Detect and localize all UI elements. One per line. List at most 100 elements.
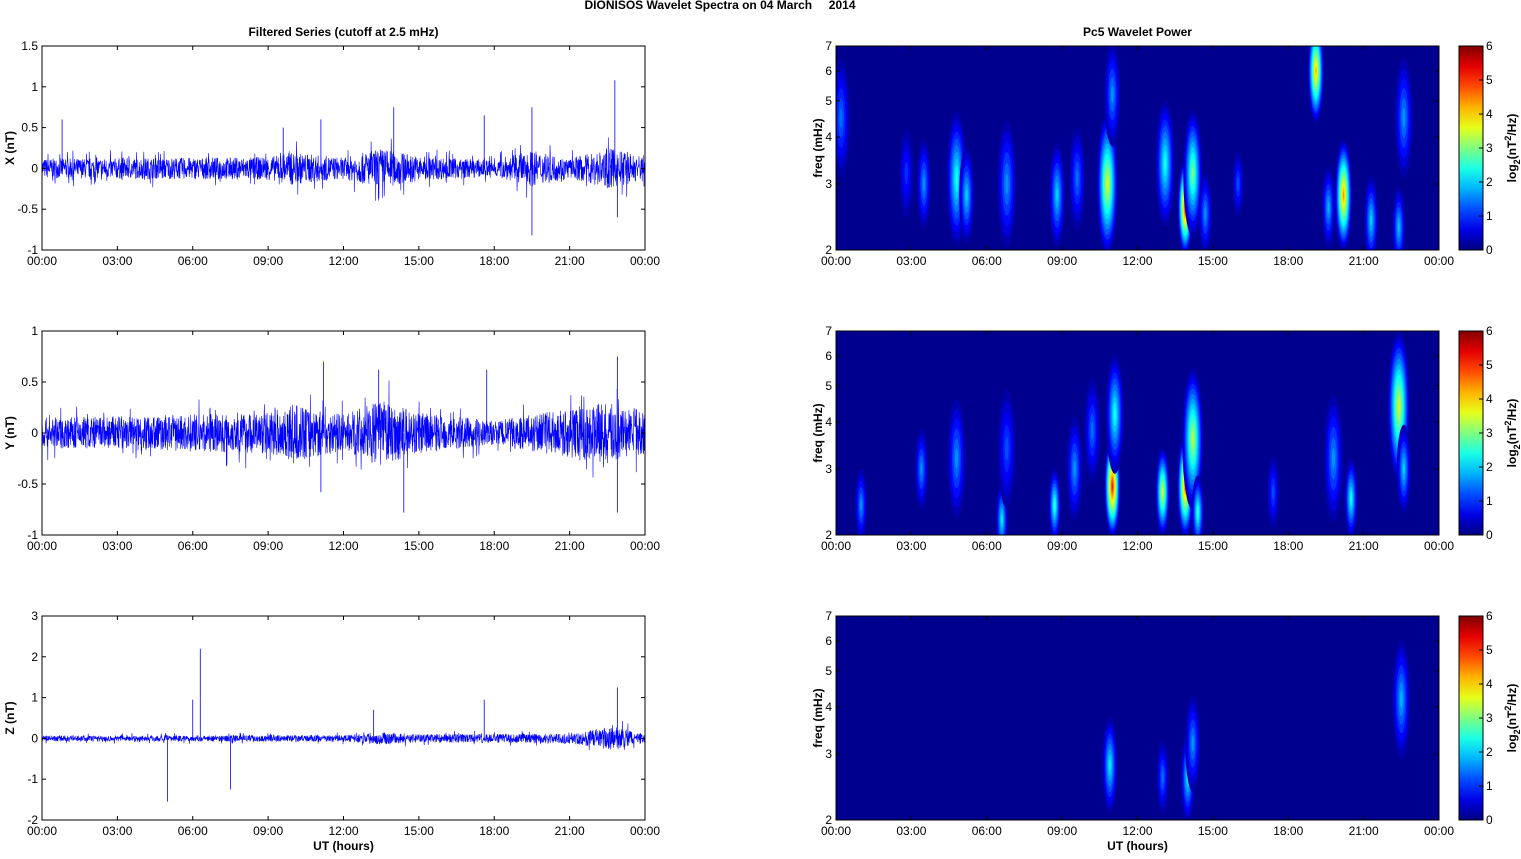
data-trace (42, 137, 645, 201)
power-contour (1053, 501, 1056, 509)
power-peak (1084, 378, 1101, 483)
x-tick-label: 03:00 (102, 254, 132, 268)
power-contour (1370, 214, 1373, 226)
axes-frame (41, 45, 646, 251)
power-peak (1394, 58, 1413, 178)
power-peak (1066, 416, 1083, 521)
x-tick-label: 18:00 (479, 824, 509, 838)
y-tick-label: -0.5 (17, 477, 38, 491)
colorbar-label: log2(nT2/Hz) (1503, 684, 1521, 753)
power-contour (1350, 494, 1352, 503)
y-axis-label: freq (mHz) (811, 118, 825, 177)
colorbar-tick-label: 4 (1486, 392, 1493, 406)
power-peak (1198, 173, 1212, 250)
x-tick-label: 18:00 (1273, 539, 1303, 553)
chart-title: Filtered Series (cutoff at 2.5 mHz) (248, 25, 438, 39)
y-tick-label: -1 (27, 772, 38, 786)
y-tick-label: 1 (31, 324, 38, 338)
power-contour (1192, 434, 1194, 445)
colorbar-tick-label: 0 (1486, 243, 1493, 257)
colorbar-label-part: /Hz) (1505, 684, 1519, 706)
colorbar-tick-label: 5 (1486, 73, 1493, 87)
power-contour (1236, 177, 1240, 191)
y-tick-label: 5 (825, 664, 832, 678)
power-contour (1109, 759, 1111, 771)
power-contour (1056, 188, 1059, 202)
y-tick-label: 2 (825, 813, 832, 827)
colorbar-tick-label: 5 (1486, 643, 1493, 657)
power-contour (1402, 463, 1405, 475)
power-peak (1104, 46, 1121, 147)
colorbar-label: log2(nT2/Hz) (1503, 114, 1521, 183)
y-tick-label: 1 (31, 691, 38, 705)
colorbar-tick-label: 4 (1486, 677, 1493, 691)
power-contour (965, 189, 968, 202)
x-tick-label: 18:00 (1273, 824, 1303, 838)
power-contour (1005, 436, 1009, 461)
colorbar-label-part: /Hz) (1505, 399, 1519, 421)
axes-frame (41, 615, 646, 821)
x-tick-label: 03:00 (896, 824, 926, 838)
power-peak (997, 388, 1016, 509)
x-tick-label: 21:00 (555, 254, 585, 268)
x-axis-label: UT (hours) (1107, 839, 1168, 853)
colorbar-tick-label: 2 (1486, 460, 1493, 474)
power-peak (1392, 639, 1411, 759)
x-tick-label: 00:00 (630, 824, 660, 838)
x-tick-label: 12:00 (1122, 539, 1152, 553)
y-tick-label: 3 (825, 462, 832, 476)
power-peak (1323, 395, 1343, 522)
power-peak (1069, 126, 1086, 231)
y-tick-label: -2 (27, 813, 38, 827)
colorbar-tick-label: 3 (1486, 141, 1493, 155)
colorbar-tick-label: 4 (1486, 107, 1493, 121)
z-spectrum-chart: 00:00 03:00 06:00 09:00 12:00 15:00 18:00 21:00… (811, 609, 1521, 853)
y-spectrum-chart: 00:00 03:00 06:00 09:00 12:00 15:00 18:00 21:00… (811, 324, 1521, 553)
power-contour (1204, 206, 1207, 221)
x-tick-label: 15:00 (1198, 539, 1228, 553)
y-tick-label: 3 (825, 747, 832, 761)
power-contour (1271, 484, 1275, 500)
y-tick-label: 5 (825, 94, 832, 108)
power-contour (904, 162, 909, 185)
y-tick-label: 6 (825, 349, 832, 363)
y-tick-label: 0 (31, 161, 38, 175)
y-tick-label: 4 (825, 130, 832, 144)
power-peak (1335, 139, 1353, 250)
power-contour (839, 108, 843, 128)
y-series-chart: 00:00 03:00 06:00 09:00 12:00 15:00 18:00 21:00… (3, 324, 660, 553)
colorbar-tick-label: 3 (1486, 426, 1493, 440)
power-contour (1161, 771, 1164, 784)
x-tick-label: 15:00 (1198, 824, 1228, 838)
power-contour (1001, 515, 1003, 524)
power-peak (899, 129, 914, 218)
y-tick-label: 0.5 (21, 121, 38, 135)
z-series-chart: 00:00 03:00 06:00 09:00 12:00 15:00 18:00 21:00… (3, 609, 660, 853)
power-contour (920, 462, 923, 476)
power-peak (1321, 166, 1335, 248)
power-contour (1005, 173, 1009, 195)
colorbar-tick-label: 5 (1486, 358, 1493, 372)
y-tick-label: 2 (825, 528, 832, 542)
y-tick-label: 1 (31, 80, 38, 94)
power-peak (947, 398, 966, 519)
x-tick-label: 03:00 (896, 254, 926, 268)
x-tick-label: 21:00 (555, 539, 585, 553)
power-peak (1344, 458, 1358, 535)
colorbar-tick-label: 6 (1486, 609, 1493, 623)
power-peak (1102, 717, 1118, 814)
power-contour (1164, 157, 1167, 170)
power-peak (1185, 695, 1201, 792)
colorbar-tick-label: 0 (1486, 813, 1493, 827)
y-tick-label: 7 (825, 39, 832, 53)
x-tick-label: 00:00 (630, 539, 660, 553)
x-tick-label: 18:00 (479, 539, 509, 553)
power-peak (1364, 175, 1379, 250)
x-tick-label: 03:00 (102, 824, 132, 838)
x-tick-label: 06:00 (178, 539, 208, 553)
x-tick-label: 21:00 (1349, 824, 1379, 838)
x-tick-label: 06:00 (972, 824, 1002, 838)
colorbar-tick-label: 6 (1486, 39, 1493, 53)
x-tick-label: 00:00 (1424, 539, 1454, 553)
colorbar-tick-label: 2 (1486, 175, 1493, 189)
